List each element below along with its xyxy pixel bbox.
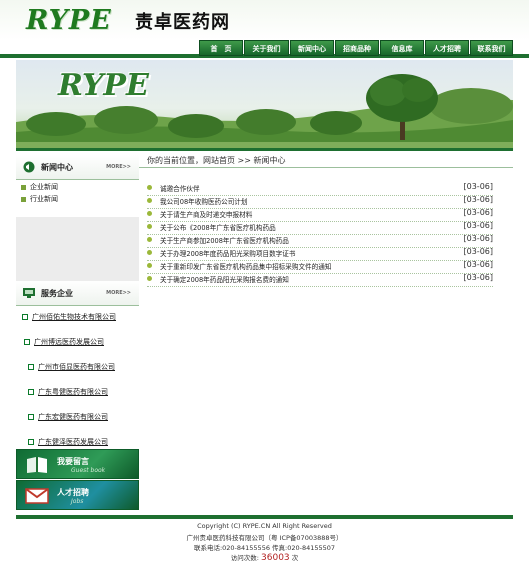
news-date: [03-06] bbox=[463, 208, 494, 217]
jobs-button[interactable]: 人才招聘 Jobs bbox=[16, 480, 139, 510]
bullet-icon bbox=[147, 237, 152, 242]
news-date: [03-06] bbox=[463, 247, 494, 256]
guestbook-title: 我要留言 bbox=[57, 457, 89, 466]
guestbook-subtitle: Guest book bbox=[71, 467, 106, 474]
bullet-icon bbox=[147, 224, 152, 229]
sidebar-services-header: 服务企业 MORE>> bbox=[16, 281, 139, 306]
banner: RYPE bbox=[16, 60, 513, 148]
news-title[interactable]: 关于生产商参加2008年广东省医疗机构药品 bbox=[160, 235, 289, 245]
main-content: 你的当前位置，网站首页 >> 新闻中心 诚邀合作伙伴 [03-06] 我公司08年… bbox=[139, 151, 513, 515]
bullet-icon bbox=[21, 196, 26, 202]
bullet-icon bbox=[21, 184, 26, 190]
news-date: [03-06] bbox=[463, 273, 494, 282]
news-title[interactable]: 关于确定2008年药品阳光采购报名费的通知 bbox=[160, 274, 289, 284]
news-title[interactable]: 关于办理2008年度药品阳光采购项目数字证书 bbox=[160, 248, 295, 258]
sidebar-news-header: 新闻中心 MORE>> bbox=[16, 155, 139, 180]
nav-about[interactable]: 关于我们 bbox=[244, 40, 289, 56]
company-link-2[interactable]: 广州博远医药发展公司 bbox=[24, 337, 104, 347]
nav-jobs[interactable]: 人才招聘 bbox=[425, 40, 469, 56]
company-link-3[interactable]: 广州市佰显医药有限公司 bbox=[28, 362, 115, 372]
news-title[interactable]: 关于重新印发广东省医疗机构药品集中招标采购文件的通知 bbox=[160, 261, 331, 271]
nav-info[interactable]: 信息库 bbox=[380, 40, 424, 56]
news-date: [03-06] bbox=[463, 234, 494, 243]
footer-company: 广州责卓医药科技有限公司（粤 ICP备07003888号） bbox=[186, 534, 343, 542]
sidebar-news-more-link[interactable]: MORE>> bbox=[106, 164, 131, 170]
news-date: [03-06] bbox=[463, 182, 494, 191]
sidebar: 新闻中心 MORE>> 企业新闻 行业新闻 服务企业 MORE>> 广州佰佑生物… bbox=[16, 151, 139, 515]
footer: Copyright (C) RYPE.CN All Right Reserved… bbox=[16, 515, 513, 564]
news-date: [03-06] bbox=[463, 195, 494, 204]
bullet-icon bbox=[147, 211, 152, 216]
square-bullet-icon bbox=[24, 339, 30, 345]
sidebar-item-label: 企业新闻 bbox=[30, 183, 58, 191]
footer-visits: 访问次数: 36003 次 bbox=[16, 552, 513, 563]
bullet-icon bbox=[147, 250, 152, 255]
square-bullet-icon bbox=[28, 389, 34, 395]
square-bullet-icon bbox=[28, 439, 34, 445]
visits-label: 访问次数: bbox=[230, 554, 259, 562]
company-link-1[interactable]: 广州佰佑生物技术有限公司 bbox=[22, 312, 116, 322]
breadcrumb-divider bbox=[139, 167, 513, 168]
news-row[interactable]: 关于公布《2008年广东省医疗机构药品 [03-06] bbox=[147, 221, 493, 235]
site-name: 责卓医药网 bbox=[135, 12, 230, 33]
square-bullet-icon bbox=[28, 364, 34, 370]
news-title[interactable]: 我公司08年收购医药公司计划 bbox=[160, 196, 248, 206]
services-monitor-icon bbox=[23, 288, 35, 298]
news-row[interactable]: 关于确定2008年药品阳光采购报名费的通知 [03-06] bbox=[147, 273, 493, 287]
sidebar-services-title: 服务企业 bbox=[41, 289, 73, 298]
company-link-6[interactable]: 广东健泽医药发展公司 bbox=[28, 437, 108, 447]
news-speaker-icon bbox=[23, 161, 35, 173]
sidebar-item-company-news[interactable]: 企业新闻 bbox=[21, 182, 58, 192]
guestbook-button[interactable]: 我要留言 Guest book bbox=[16, 449, 139, 479]
company-link-4[interactable]: 广东粤健医药有限公司 bbox=[28, 387, 108, 397]
book-icon bbox=[27, 457, 47, 473]
news-row[interactable]: 关于办理2008年度药品阳光采购项目数字证书 [03-06] bbox=[147, 247, 493, 261]
jobs-title: 人才招聘 bbox=[57, 488, 89, 497]
company-name: 广东健泽医药发展公司 bbox=[38, 438, 108, 446]
news-row[interactable]: 关于生产商参加2008年广东省医疗机构药品 [03-06] bbox=[147, 234, 493, 248]
square-bullet-icon bbox=[28, 414, 34, 420]
sidebar-news-title: 新闻中心 bbox=[41, 163, 73, 172]
company-name: 广州博远医药发展公司 bbox=[34, 338, 104, 346]
banner-logo: RYPE bbox=[58, 68, 149, 103]
sidebar-services-more-link[interactable]: MORE>> bbox=[106, 290, 131, 296]
breadcrumb: 你的当前位置，网站首页 >> 新闻中心 bbox=[147, 156, 286, 165]
company-link-5[interactable]: 广东宏健医药有限公司 bbox=[28, 412, 108, 422]
top-nav: 首 页 关于我们 新闻中心 招商品种 信息库 人才招聘 联系我们 bbox=[0, 40, 529, 58]
footer-copyright: Copyright (C) RYPE.CN All Right Reserved bbox=[197, 522, 332, 530]
company-name: 广东粤健医药有限公司 bbox=[38, 388, 108, 396]
bullet-icon bbox=[147, 263, 152, 268]
company-name: 广东宏健医药有限公司 bbox=[38, 413, 108, 421]
news-row[interactable]: 关于重新印发广东省医疗机构药品集中招标采购文件的通知 [03-06] bbox=[147, 260, 493, 274]
sidebar-item-label: 行业新闻 bbox=[30, 195, 58, 203]
visits-unit: 次 bbox=[291, 554, 299, 562]
news-title[interactable]: 关于请生产商及时递交申报材料 bbox=[160, 209, 252, 219]
news-row[interactable]: 我公司08年收购医药公司计划 [03-06] bbox=[147, 195, 493, 209]
bullet-icon bbox=[147, 198, 152, 203]
header: RYPE 责卓医药网 bbox=[0, 0, 529, 40]
nav-products[interactable]: 招商品种 bbox=[335, 40, 379, 56]
footer-contact: 联系电话:020-84155556 传真:020-84155507 bbox=[193, 544, 336, 552]
site-logo[interactable]: RYPE bbox=[26, 5, 112, 36]
news-date: [03-06] bbox=[463, 260, 494, 269]
nav-contact[interactable]: 联系我们 bbox=[470, 40, 513, 56]
news-row[interactable]: 诚邀合作伙伴 [03-06] bbox=[147, 182, 493, 196]
company-name: 广州市佰显医药有限公司 bbox=[38, 363, 115, 371]
news-row[interactable]: 关于请生产商及时递交申报材料 [03-06] bbox=[147, 208, 493, 222]
news-date: [03-06] bbox=[463, 221, 494, 230]
jobs-subtitle: Jobs bbox=[71, 498, 84, 505]
company-name: 广州佰佑生物技术有限公司 bbox=[32, 313, 116, 321]
news-title[interactable]: 关于公布《2008年广东省医疗机构药品 bbox=[160, 222, 276, 232]
sidebar-item-industry-news[interactable]: 行业新闻 bbox=[21, 194, 58, 204]
bullet-icon bbox=[147, 185, 152, 190]
visit-counter: 36003 bbox=[261, 553, 290, 563]
bullet-icon bbox=[147, 276, 152, 281]
news-title[interactable]: 诚邀合作伙伴 bbox=[160, 183, 200, 193]
mail-icon bbox=[25, 488, 49, 504]
square-bullet-icon bbox=[22, 314, 28, 320]
nav-home[interactable]: 首 页 bbox=[199, 40, 243, 56]
nav-news[interactable]: 新闻中心 bbox=[290, 40, 334, 56]
